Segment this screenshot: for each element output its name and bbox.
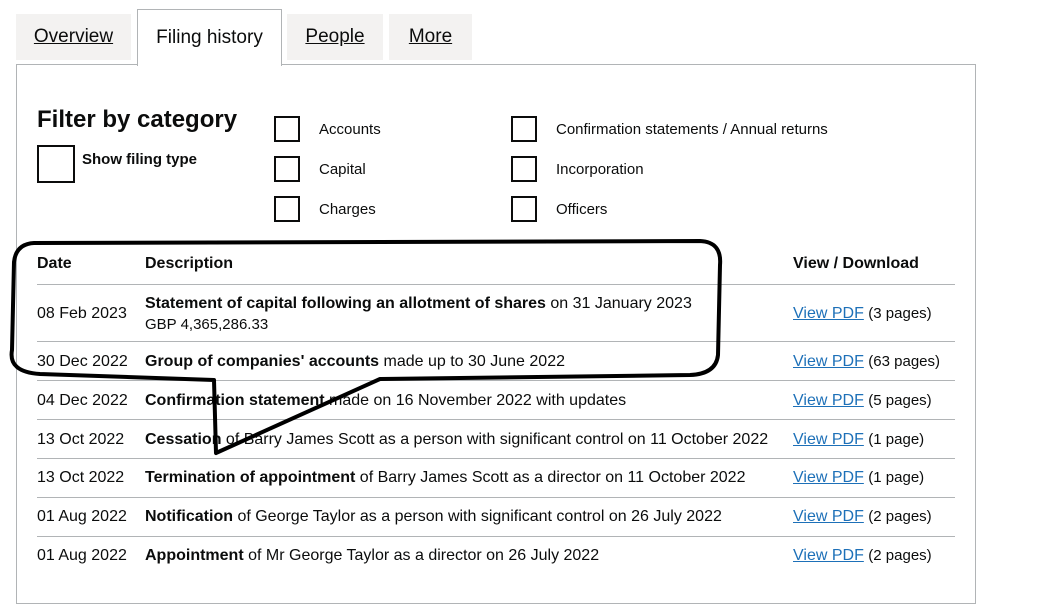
row-divider	[37, 536, 955, 537]
row-description: Statement of capital following an allotm…	[145, 295, 692, 313]
row-pages: (2 pages)	[868, 547, 932, 564]
row-view-download: View PDF (1 page)	[793, 469, 924, 487]
row-date: 13 Oct 2022	[37, 431, 125, 448]
view-pdf-link[interactable]: View PDF	[793, 392, 864, 409]
row-view-download: View PDF (5 pages)	[793, 392, 932, 410]
row-description-rest: on 31 January 2023	[545, 295, 692, 312]
tab-overview[interactable]: Overview	[16, 14, 131, 60]
capital-label[interactable]: Capital	[319, 161, 366, 178]
row-description-bold: Statement of capital following an allotm…	[145, 295, 546, 312]
view-pdf-link[interactable]: View PDF	[793, 305, 864, 322]
row-divider	[37, 458, 955, 459]
row-description-rest: made up to 30 June 2022	[379, 353, 565, 370]
filter-title: Filter by category	[37, 106, 238, 133]
row-date: 13 Oct 2022	[37, 469, 125, 486]
row-view-download: View PDF (63 pages)	[793, 353, 940, 371]
row-pages: (5 pages)	[868, 392, 932, 409]
row-date: 30 Dec 2022	[37, 353, 128, 370]
charges-checkbox[interactable]	[274, 196, 300, 222]
view-pdf-link[interactable]: View PDF	[793, 508, 864, 525]
incorporation-label[interactable]: Incorporation	[556, 161, 644, 178]
row-divider	[37, 419, 955, 420]
header-description: Description	[145, 255, 234, 272]
row-description-rest: of Barry James Scott as a director on 11…	[355, 469, 746, 486]
tab-filing-history[interactable]: Filing history	[137, 9, 282, 66]
row-view-download: View PDF (2 pages)	[793, 547, 932, 565]
row-description: Cessation of Barry James Scott as a pers…	[145, 431, 768, 449]
row-divider	[37, 341, 955, 342]
row-date: 01 Aug 2022	[37, 547, 127, 564]
row-pages: (1 page)	[868, 431, 925, 448]
row-view-download: View PDF (3 pages)	[793, 305, 932, 323]
incorporation-checkbox[interactable]	[511, 156, 537, 182]
row-description: Termination of appointment of Barry Jame…	[145, 469, 745, 487]
accounts-label[interactable]: Accounts	[319, 121, 381, 138]
row-description: Appointment of Mr George Taylor as a dir…	[145, 547, 599, 565]
accounts-checkbox[interactable]	[274, 116, 300, 142]
row-date: 04 Dec 2022	[37, 392, 128, 409]
row-description-bold: Termination of appointment	[145, 469, 356, 486]
view-pdf-link[interactable]: View PDF	[793, 469, 864, 486]
row-description-sub: GBP 4,365,286.33	[145, 316, 269, 333]
row-divider	[37, 497, 955, 498]
row-pages: (63 pages)	[868, 353, 941, 370]
row-description: Group of companies' accounts made up to …	[145, 353, 565, 371]
row-description-rest: of Mr George Taylor as a director on 26 …	[243, 547, 600, 564]
view-pdf-link[interactable]: View PDF	[793, 431, 864, 448]
row-description-bold: Group of companies' accounts	[145, 353, 380, 370]
row-description-bold: Notification	[145, 508, 233, 525]
row-description-bold: Cessation	[145, 431, 222, 448]
row-description-rest: of Barry James Scott as a person with si…	[221, 431, 769, 448]
row-pages: (2 pages)	[868, 508, 932, 525]
confirmation-statements-checkbox[interactable]	[511, 116, 537, 142]
row-pages: (3 pages)	[868, 305, 932, 322]
show-filing-type-label[interactable]: Show filing type	[82, 151, 197, 168]
charges-label[interactable]: Charges	[319, 201, 376, 218]
row-description-rest: of George Taylor as a person with signif…	[233, 508, 722, 525]
row-description: Confirmation statement made on 16 Novemb…	[145, 392, 626, 410]
confirmation-statements-label[interactable]: Confirmation statements / Annual returns	[556, 121, 828, 138]
row-pages: (1 page)	[868, 469, 925, 486]
officers-label[interactable]: Officers	[556, 201, 607, 218]
header-date: Date	[37, 255, 72, 272]
row-divider	[37, 380, 955, 381]
row-view-download: View PDF (1 page)	[793, 431, 924, 449]
view-pdf-link[interactable]: View PDF	[793, 353, 864, 370]
tab-more[interactable]: More	[389, 14, 472, 60]
header-view-download: View / Download	[793, 255, 919, 272]
row-date: 01 Aug 2022	[37, 508, 127, 525]
tab-people[interactable]: People	[287, 14, 383, 60]
view-pdf-link[interactable]: View PDF	[793, 547, 864, 564]
row-view-download: View PDF (2 pages)	[793, 508, 932, 526]
row-description-bold: Appointment	[145, 547, 244, 564]
show-filing-type-checkbox[interactable]	[37, 145, 75, 183]
officers-checkbox[interactable]	[511, 196, 537, 222]
row-description-bold: Confirmation statement	[145, 392, 325, 409]
row-description-rest: made on 16 November 2022 with updates	[324, 392, 627, 409]
header-divider	[37, 284, 955, 285]
row-description: Notification of George Taylor as a perso…	[145, 508, 722, 526]
capital-checkbox[interactable]	[274, 156, 300, 182]
row-date: 08 Feb 2023	[37, 305, 127, 322]
